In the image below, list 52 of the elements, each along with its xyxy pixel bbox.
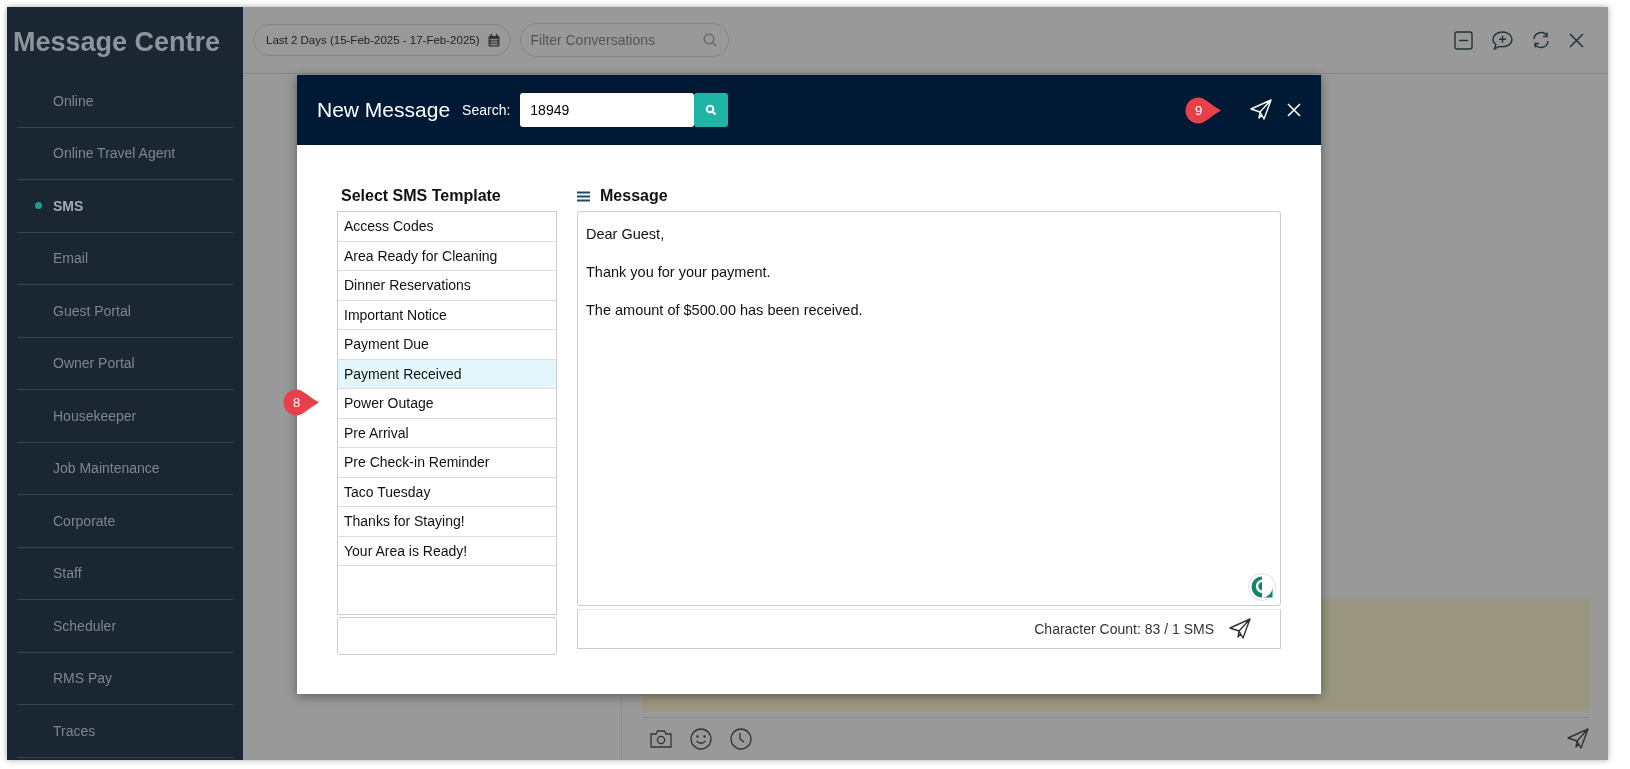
- template-item[interactable]: Thanks for Staying!: [338, 507, 556, 537]
- sidebar-item[interactable]: Scheduler: [17, 600, 233, 653]
- template-item[interactable]: Area Ready for Cleaning: [338, 241, 556, 271]
- template-item[interactable]: Pre Check-in Reminder: [338, 448, 556, 478]
- calendar-icon: [487, 33, 500, 47]
- message-field[interactable]: Dear Guest, Thank you for your payment. The amount of $500.00 has been received.: [577, 211, 1281, 606]
- search-icon: [702, 33, 717, 47]
- sidebar-item[interactable]: RMS Pay: [17, 652, 233, 705]
- camera-icon[interactable]: [650, 729, 672, 749]
- template-heading: Select SMS Template: [341, 187, 501, 205]
- template-item[interactable]: Your Area is Ready!: [338, 536, 556, 566]
- message-text: The amount of $500.00 has been received.: [586, 302, 864, 318]
- send-icon[interactable]: [1228, 617, 1252, 641]
- message-heading: Message: [600, 187, 668, 205]
- search-label: Search:: [462, 102, 511, 118]
- character-count: Character Count: 83 / 1 SMS: [1034, 621, 1214, 637]
- template-item[interactable]: Power Outage: [338, 389, 556, 419]
- sidebar-item[interactable]: Guest Portal: [17, 285, 233, 338]
- template-item[interactable]: Important Notice: [338, 300, 556, 330]
- sidebar-item[interactable]: SMS: [17, 180, 233, 233]
- message-text: Thank you for your payment.: [586, 264, 772, 280]
- template-item[interactable]: Access Codes: [338, 212, 556, 242]
- sidebar-item[interactable]: Staff: [17, 547, 233, 600]
- template-item[interactable]: Payment Due: [338, 330, 556, 360]
- template-item[interactable]: Dinner Reservations: [338, 271, 556, 301]
- sidebar-item[interactable]: Online: [17, 75, 233, 128]
- app-title: Message Centre: [12, 26, 222, 59]
- template-footer-field[interactable]: [337, 617, 557, 655]
- menu-icon[interactable]: [577, 190, 590, 202]
- sidebar-item[interactable]: Owner Portal: [17, 337, 233, 390]
- search-button[interactable]: [694, 93, 729, 127]
- minimize-icon[interactable]: [1454, 30, 1473, 50]
- message-text: Dear Guest,: [586, 226, 666, 242]
- template-item[interactable]: Payment Received: [338, 359, 556, 389]
- smiley-icon[interactable]: [690, 728, 712, 750]
- new-chat-icon[interactable]: [1492, 30, 1513, 50]
- refresh-icon[interactable]: [1532, 31, 1550, 49]
- send-icon[interactable]: [1249, 98, 1273, 122]
- sidebar-item[interactable]: Online Travel Agent: [17, 127, 233, 180]
- sidebar-item[interactable]: Traces: [17, 705, 233, 758]
- clock-icon[interactable]: [730, 728, 752, 750]
- grammar-assistant-icon[interactable]: [1248, 573, 1276, 601]
- sidebar-item[interactable]: Corporate: [17, 495, 233, 548]
- search-field[interactable]: 18949: [520, 93, 695, 127]
- template-item[interactable]: Pre Arrival: [338, 418, 556, 448]
- dialog-title: New Message: [317, 98, 451, 122]
- sidebar-item[interactable]: Email: [17, 232, 233, 285]
- template-item[interactable]: Taco Tuesday: [338, 477, 556, 507]
- filter-field[interactable]: Filter Conversations: [519, 23, 729, 57]
- sidebar-item[interactable]: Job Maintenance: [17, 442, 233, 495]
- search-icon: [705, 104, 718, 116]
- sidebar-item[interactable]: Housekeeper: [17, 390, 233, 443]
